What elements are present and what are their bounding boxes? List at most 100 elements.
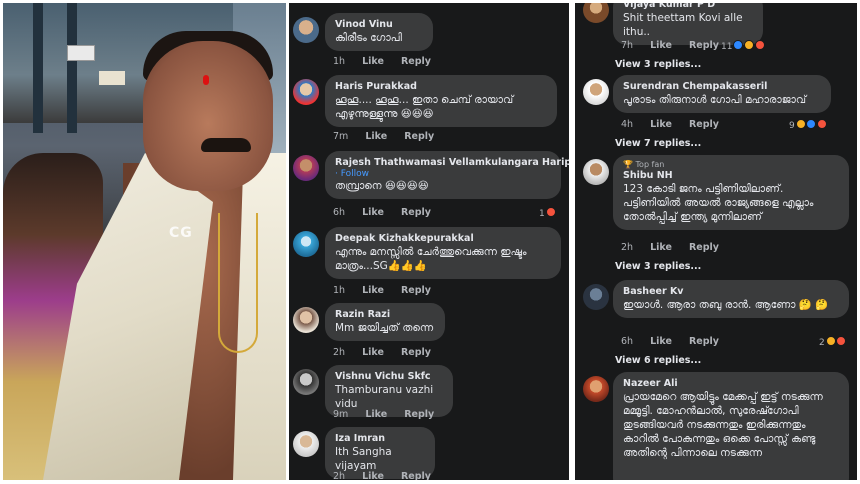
comments-panel-middle[interactable]: Vinod Vinu കിരീടം ഗോപി 1h Like Reply Har… bbox=[289, 3, 569, 480]
pillar bbox=[33, 3, 43, 133]
commenter-name[interactable]: Shibu NH bbox=[623, 169, 839, 182]
like-button[interactable]: Like bbox=[362, 207, 384, 218]
reply-button[interactable]: Reply bbox=[404, 409, 434, 420]
like-button[interactable]: Like bbox=[650, 40, 672, 51]
reply-button[interactable]: Reply bbox=[689, 40, 719, 51]
avatar[interactable] bbox=[583, 3, 609, 23]
comment-text: പൂരാടം തിരുനാൾ ഗോപി മഹാരാജാവ് bbox=[623, 94, 807, 106]
reply-button[interactable]: Reply bbox=[401, 56, 431, 67]
like-button[interactable]: Like bbox=[362, 471, 384, 480]
comment-actions: 7m Like Reply bbox=[333, 131, 448, 142]
angry-reaction-icon bbox=[817, 119, 828, 129]
like-reaction-icon bbox=[733, 40, 744, 50]
commenter-name[interactable]: Vijaya Kumar P D bbox=[623, 3, 753, 11]
avatar[interactable] bbox=[293, 431, 319, 457]
comment-time: 7m bbox=[333, 131, 349, 142]
commenter-name[interactable]: Haris Purakkad bbox=[335, 80, 547, 93]
comment-time: 1h bbox=[333, 56, 346, 67]
comment-text: ഹൂഹൂ.... ഹൂഹൂ... ഇതാ ചെമ്പ് രായാവ് എഴുന്… bbox=[335, 94, 514, 120]
comment-bubble: Razin Razi Mm ജയിച്ചത് തന്നെ bbox=[325, 303, 445, 341]
commenter-name[interactable]: Deepak Kizhakkepurakkal bbox=[335, 232, 551, 245]
like-button[interactable]: Like bbox=[650, 119, 672, 130]
reply-button[interactable]: Reply bbox=[689, 242, 719, 253]
comment-bubble: Surendran Chempakasseril പൂരാടം തിരുനാൾ … bbox=[613, 75, 831, 113]
comment-time: 2h bbox=[333, 471, 346, 480]
comment-bubble: Vinod Vinu കിരീടം ഗോപി bbox=[325, 13, 433, 51]
tilak-mark bbox=[203, 75, 209, 85]
avatar[interactable] bbox=[293, 155, 319, 181]
like-reaction-icon bbox=[806, 119, 817, 129]
top-fan-badge: 🏆 Top fan bbox=[623, 160, 839, 169]
like-button[interactable]: Like bbox=[650, 336, 672, 347]
avatar[interactable] bbox=[583, 376, 609, 402]
like-button[interactable]: Like bbox=[365, 409, 387, 420]
comment-text: 123 കോടി ജനം പട്ടിണിയിലാണ്. പട്ടിണിയിൽ അ… bbox=[623, 183, 814, 223]
reaction-count[interactable]: 1 bbox=[539, 207, 556, 219]
commenter-name[interactable]: Surendran Chempakasseril bbox=[623, 80, 821, 93]
commenter-name[interactable]: Vishnu Vichu Skfc bbox=[335, 370, 443, 383]
comment-text: കിരീടം ഗോപി bbox=[335, 32, 402, 44]
commenter-name[interactable]: Vinod Vinu bbox=[335, 18, 423, 31]
reply-button[interactable]: Reply bbox=[401, 347, 431, 358]
reply-button[interactable]: Reply bbox=[404, 131, 434, 142]
reply-button[interactable]: Reply bbox=[689, 119, 719, 130]
comment-bubble: Nazeer Ali പ്രായമേറെ ആയിട്ടും മേക്കപ്പ് … bbox=[613, 372, 849, 480]
reply-button[interactable]: Reply bbox=[689, 336, 719, 347]
angry-reaction-icon bbox=[545, 207, 556, 217]
like-button[interactable]: Like bbox=[362, 285, 384, 296]
reaction-number: 1 bbox=[539, 209, 545, 219]
commenter-name[interactable]: Rajesh Thathwamasi Vellamkulangara Harip… bbox=[335, 156, 569, 169]
comment-time: 2h bbox=[621, 242, 634, 253]
view-replies-link[interactable]: View 7 replies... bbox=[615, 138, 701, 149]
commenter-name[interactable]: Nazeer Ali bbox=[623, 377, 839, 390]
reply-button[interactable]: Reply bbox=[401, 207, 431, 218]
like-button[interactable]: Like bbox=[365, 131, 387, 142]
reaction-number: 11 bbox=[721, 42, 733, 52]
mustache bbox=[201, 138, 251, 152]
follow-link[interactable]: · Follow bbox=[335, 169, 551, 179]
commenter-name[interactable]: Iza Imran bbox=[335, 432, 425, 445]
comment-actions: 4h Like Reply bbox=[621, 119, 733, 130]
comment-time: 6h bbox=[621, 336, 634, 347]
avatar[interactable] bbox=[293, 17, 319, 43]
avatar[interactable] bbox=[293, 231, 319, 257]
comment-actions: 2h Like Reply bbox=[621, 242, 733, 253]
avatar[interactable] bbox=[583, 284, 609, 310]
view-replies-link[interactable]: View 3 replies... bbox=[615, 261, 701, 272]
angry-reaction-icon bbox=[836, 336, 847, 346]
like-button[interactable]: Like bbox=[362, 347, 384, 358]
view-replies-link[interactable]: View 3 replies... bbox=[615, 59, 701, 70]
comment-actions: 6h Like Reply bbox=[333, 207, 445, 218]
view-replies-link[interactable]: View 6 replies... bbox=[615, 355, 701, 366]
avatar[interactable] bbox=[293, 307, 319, 333]
reaction-count[interactable]: 2 bbox=[819, 336, 847, 348]
news-photo: CG bbox=[3, 3, 286, 480]
pillar bbox=[67, 3, 77, 133]
reaction-number: 2 bbox=[819, 338, 825, 348]
comment-actions: 1h Like Reply bbox=[333, 285, 445, 296]
reply-button[interactable]: Reply bbox=[401, 471, 431, 480]
reply-button[interactable]: Reply bbox=[401, 285, 431, 296]
avatar[interactable] bbox=[293, 369, 319, 395]
like-button[interactable]: Like bbox=[362, 56, 384, 67]
comment-text: ഇയാൾ. ആരാ തബു രാൻ. ആണോ 🤔 🤔 bbox=[623, 299, 829, 311]
haha-reaction-icon bbox=[795, 119, 806, 129]
like-button[interactable]: Like bbox=[650, 242, 672, 253]
avatar[interactable] bbox=[583, 159, 609, 185]
reaction-count[interactable]: 9 bbox=[789, 119, 828, 131]
reaction-count[interactable]: 11 bbox=[721, 40, 766, 52]
commenter-name[interactable]: Razin Razi bbox=[335, 308, 435, 321]
avatar[interactable] bbox=[583, 79, 609, 105]
comment-text: Thamburanu vazhi vidu bbox=[335, 384, 434, 410]
comments-panel-right[interactable]: Vijaya Kumar P D Shit theettam Kovi alle… bbox=[575, 3, 857, 480]
comment-bubble: Vijaya Kumar P D Shit theettam Kovi alle… bbox=[613, 3, 763, 45]
commenter-name[interactable]: Basheer Kv bbox=[623, 285, 839, 298]
reaction-number: 9 bbox=[789, 121, 795, 131]
avatar[interactable] bbox=[293, 79, 319, 105]
comment-text: Ith Sangha vijayam bbox=[335, 446, 392, 472]
badge-icon: 🏆 bbox=[623, 160, 636, 169]
screenshot-collage: CG Vinod Vinu കിരീടം ഗോപി 1h Like Reply … bbox=[0, 0, 860, 484]
shop-sign bbox=[67, 45, 95, 61]
comment-actions: 2h Like Reply bbox=[333, 471, 445, 480]
haha-reaction-icon bbox=[825, 336, 836, 346]
